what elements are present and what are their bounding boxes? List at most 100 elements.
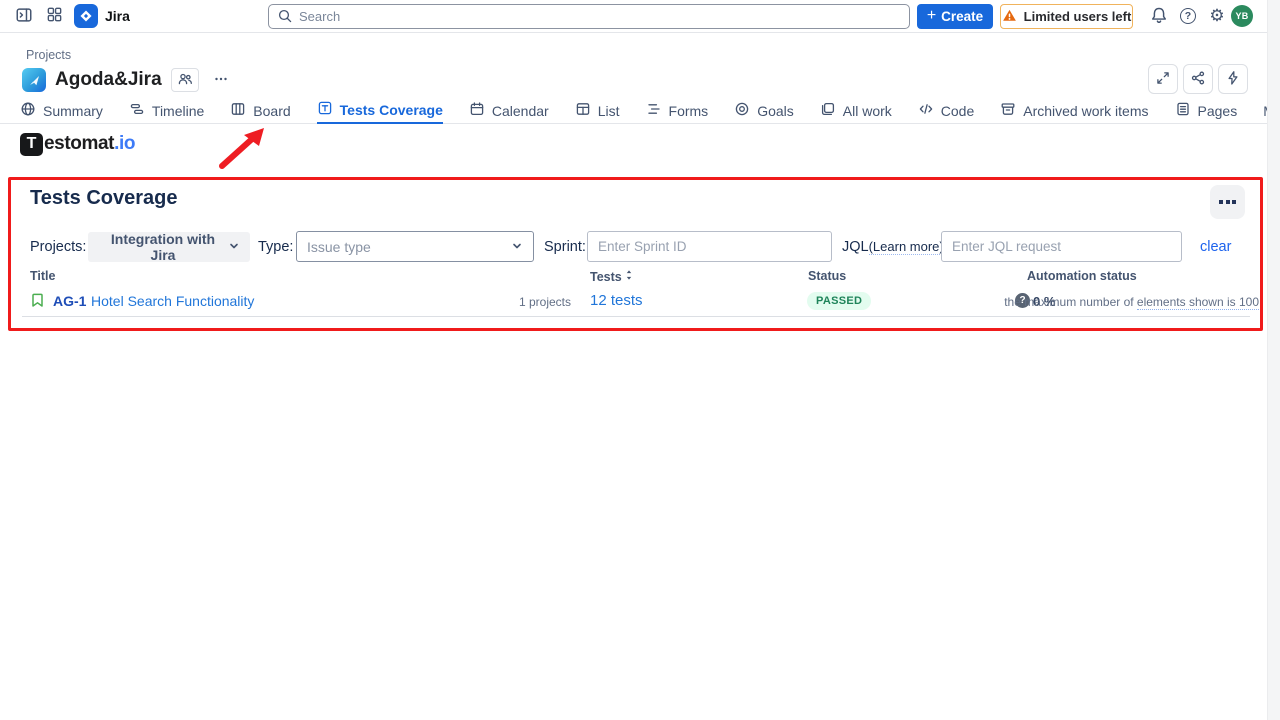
calendar-icon [469, 101, 485, 120]
projects-dropdown-value: Integration with Jira [98, 231, 228, 263]
jql-request-input[interactable] [941, 231, 1182, 262]
user-avatar-container: YB [1231, 5, 1253, 27]
fullscreen-button[interactable] [1148, 64, 1178, 94]
projects-count: 1 projects [458, 295, 571, 309]
tab-label: Calendar [492, 103, 549, 119]
tab-tests-coverage[interactable]: Tests Coverage [317, 97, 443, 124]
question-icon: ? [1180, 8, 1196, 24]
annotation-arrow-icon [208, 122, 272, 174]
tab-code[interactable]: Code [918, 97, 974, 124]
chevron-down-icon [511, 239, 523, 255]
help-button[interactable]: ? [1175, 0, 1201, 32]
bell-icon [1150, 6, 1168, 27]
column-header-tests[interactable]: Tests [590, 269, 633, 284]
projects-dropdown[interactable]: Integration with Jira [88, 232, 250, 262]
code-icon [918, 101, 934, 120]
global-search [268, 4, 910, 29]
table-header-row: Title Tests Status Automation status [8, 269, 1263, 287]
max-elements-note: the maximum number of elements shown is … [1004, 295, 1259, 309]
automation-button[interactable] [1218, 64, 1248, 94]
share-button[interactable] [1183, 64, 1213, 94]
testomat-logo-icon: T [20, 133, 43, 156]
tab-label: All work [843, 103, 892, 119]
issue-type-select[interactable]: Issue type [296, 231, 534, 262]
page-scrollbar[interactable] [1267, 0, 1280, 720]
timeline-icon [129, 101, 145, 120]
project-members-button[interactable] [171, 68, 199, 92]
project-more-button[interactable] [208, 68, 234, 92]
note-underlined: elements shown is 100 [1137, 295, 1259, 310]
tab-all-work[interactable]: All work [820, 97, 892, 124]
jql-filter-label: JQL(Learn more): [842, 231, 948, 263]
clear-filters-link[interactable]: clear [1200, 231, 1231, 263]
panel-more-button[interactable] [1210, 185, 1245, 219]
warning-triangle-icon [1002, 8, 1017, 26]
jql-label-text: JQL [842, 239, 869, 255]
app-switcher-button[interactable] [42, 0, 66, 32]
settings-button[interactable]: ⚙ [1204, 0, 1230, 32]
testomat-logo: T estomat .io [20, 132, 135, 156]
people-icon [177, 71, 193, 90]
tab-board[interactable]: Board [230, 97, 290, 124]
sidebar-toggle-icon [15, 6, 33, 27]
testomat-logo-text: estomat [44, 133, 114, 155]
tab-list[interactable]: List [575, 97, 620, 124]
tab-summary[interactable]: Summary [20, 97, 103, 124]
issue-title-link[interactable]: Hotel Search Functionality [91, 293, 254, 309]
search-input[interactable] [268, 4, 910, 29]
tab-label: Board [253, 103, 290, 119]
board-icon [230, 101, 246, 120]
avatar[interactable]: YB [1231, 5, 1253, 27]
status-badge: PASSED [807, 292, 871, 310]
lightning-icon [1225, 70, 1241, 89]
top-navigation-bar: Jira + Create Limited users left ? ⚙ YB [0, 0, 1280, 33]
tab-goals[interactable]: Goals [734, 97, 794, 124]
sidebar-toggle-button[interactable] [12, 0, 36, 32]
app-grid-icon [46, 6, 63, 26]
column-header-status: Status [808, 269, 846, 283]
tab-pages[interactable]: Pages [1175, 97, 1238, 124]
sprint-id-input[interactable] [587, 231, 832, 262]
testomat-logo-tld: .io [114, 133, 135, 155]
project-header: Agoda&Jira [22, 66, 234, 94]
tab-label: Pages [1198, 103, 1238, 119]
limited-users-button[interactable]: Limited users left [1000, 4, 1133, 29]
goals-icon [734, 101, 750, 120]
tests-header-label: Tests [590, 270, 622, 284]
tab-archived-work-items[interactable]: Archived work items [1000, 97, 1148, 124]
column-header-title: Title [30, 269, 55, 283]
tab-label: Forms [669, 103, 709, 119]
panel-title: Tests Coverage [30, 187, 177, 210]
expand-icon [1155, 70, 1171, 89]
tests-count-link[interactable]: 12 tests [590, 292, 643, 309]
breadcrumb[interactable]: Projects [26, 48, 71, 62]
header-actions [1148, 64, 1248, 94]
tab-forms[interactable]: Forms [646, 97, 709, 124]
tab-label: Tests Coverage [340, 102, 443, 118]
share-icon [1190, 70, 1206, 89]
sprint-filter-label: Sprint: [544, 231, 586, 263]
learn-more-link[interactable]: (Learn more) [869, 239, 944, 255]
pages-icon [1175, 101, 1191, 120]
create-button[interactable]: + Create [917, 4, 993, 29]
limited-users-label: Limited users left [1024, 9, 1132, 24]
tests-coverage-panel: Tests Coverage Projects: Integration wit… [8, 177, 1263, 331]
plus-icon: + [927, 8, 936, 24]
all-work-icon [820, 101, 836, 120]
globe-icon [20, 101, 36, 120]
tab-label: Summary [43, 103, 103, 119]
jira-home-link[interactable]: Jira [74, 0, 130, 32]
tab-calendar[interactable]: Calendar [469, 97, 549, 124]
app-name-label: Jira [105, 8, 130, 24]
tab-label: Goals [757, 103, 794, 119]
note-prefix: the maximum number of [1004, 295, 1137, 309]
notifications-button[interactable] [1146, 0, 1172, 32]
table-row: AG-1 Hotel Search Functionality 1 projec… [8, 289, 1263, 315]
dots-icon [1219, 200, 1223, 204]
issue-key-link[interactable]: AG-1 [53, 293, 86, 309]
filters-row: Projects: Integration with Jira Type: Is… [8, 231, 1263, 263]
page-title: Agoda&Jira [55, 69, 162, 91]
column-header-automation: Automation status [1027, 269, 1137, 283]
tab-timeline[interactable]: Timeline [129, 97, 204, 124]
forms-icon [646, 101, 662, 120]
